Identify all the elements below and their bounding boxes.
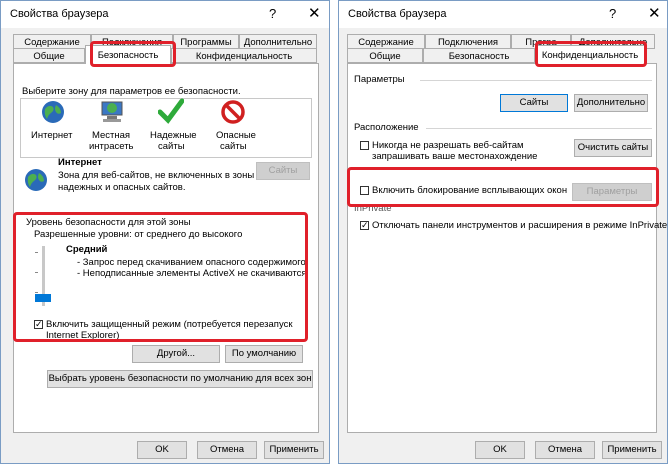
clear-sites-button[interactable]: Очистить сайты [574,139,652,157]
left-close-button[interactable]: ✕ [308,4,321,22]
location-checkbox[interactable] [360,141,369,150]
zone-trusted-label1: Надежные [150,130,197,141]
tab-privacy[interactable]: Конфиденциальность [171,48,317,63]
zone-restricted[interactable]: Опасные сайты [206,100,260,152]
checkmark-icon [158,98,184,124]
right-dialog: Свойства браузера ? ✕ Содержание Подключ… [338,0,668,464]
left-cancel-button[interactable]: Отмена [197,441,257,459]
right-ok-button[interactable]: OK [475,441,525,459]
zone-intranet[interactable]: Местная интрасеть [86,100,140,152]
inprivate-checkbox[interactable]: ✓ [360,221,369,230]
zone-intranet-label1: Местная [92,130,131,141]
left-ok-button[interactable]: OK [137,441,187,459]
right-tab-panel: Параметры Сайты Дополнительно Расположен… [347,63,667,433]
zone-restricted-label1: Опасные [216,130,256,141]
left-dialog: Свойства браузера ? ✕ Содержание Подключ… [0,0,330,464]
intranet-icon [101,101,123,122]
zone-restricted-label2: сайты [220,141,247,152]
highlight-popup-blocker [347,167,659,207]
left-help-button[interactable]: ? [269,6,276,21]
right-apply-button[interactable]: Применить [602,441,662,459]
highlight-security-tab [90,41,176,67]
zone-desc-line2: надежных и опасных сайтов. [58,182,186,193]
location-label1: Никогда не разрешать веб-сайтам [372,140,524,151]
reset-all-zones-button[interactable]: Выбрать уровень безопасности по умолчани… [47,370,313,388]
right-titlebar: Свойства браузера ? ✕ [339,1,667,28]
tab-privacy-label: Конфиденциальность [195,51,293,62]
globe-icon [42,101,64,123]
zone-intranet-label2: интрасеть [89,141,134,152]
inprivate-label: Отключать панели инструментов и расширен… [372,220,668,231]
tab-advanced[interactable]: Дополнительно [239,34,317,49]
zone-trusted[interactable]: Надежные сайты [144,98,198,152]
params-separator [420,80,652,81]
zone-title: Интернет [58,157,102,168]
params-header: Параметры [354,74,405,85]
tab-security-label: Безопасность [448,51,510,62]
globe-icon [25,169,47,191]
tab-security[interactable]: Безопасность [423,48,535,63]
privacy-advanced-button[interactable]: Дополнительно [574,94,648,112]
restricted-icon [221,100,245,124]
tab-content-label: Содержание [24,37,80,48]
tab-general[interactable]: Общие [347,48,423,63]
tab-programs[interactable]: Программы [173,34,239,49]
zone-desc-line1: Зона для веб-сайтов, не включенных в зон… [58,170,255,181]
right-window-title: Свойства браузера [348,8,447,20]
zone-internet[interactable]: Интернет [26,100,80,152]
location-header: Расположение [354,122,419,133]
custom-level-button[interactable]: Другой... [132,345,220,363]
right-cancel-button[interactable]: Отмена [535,441,595,459]
tab-connections[interactable]: Подключения [425,34,511,49]
tab-programs-label: Программы [180,37,232,48]
sites-button[interactable]: Сайты [256,162,310,180]
right-close-button[interactable]: ✕ [648,4,661,22]
left-apply-button[interactable]: Применить [264,441,324,459]
zone-prompt: Выберите зону для параметров ее безопасн… [22,86,241,97]
location-label2: запрашивать ваше местонахождение [372,151,538,162]
tab-general-label: Общие [33,51,65,62]
highlight-security-level [13,212,308,342]
highlight-privacy-tab [535,41,647,67]
zone-trusted-label2: сайты [158,141,185,152]
tab-general[interactable]: Общие [13,48,85,63]
tab-connections-label: Подключения [437,37,499,48]
tab-content[interactable]: Содержание [13,34,91,49]
left-titlebar: Свойства браузера ? ✕ [1,1,329,28]
default-level-button[interactable]: По умолчанию [225,345,303,363]
left-window-title: Свойства браузера [10,8,109,20]
tab-content-label: Содержание [358,37,414,48]
privacy-sites-button[interactable]: Сайты [500,94,568,112]
right-help-button[interactable]: ? [609,6,616,21]
tab-content[interactable]: Содержание [347,34,425,49]
zone-internet-label: Интернет [31,130,73,141]
location-separator [426,128,652,129]
tab-advanced-label: Дополнительно [243,37,313,48]
tab-general-label: Общие [369,51,401,62]
